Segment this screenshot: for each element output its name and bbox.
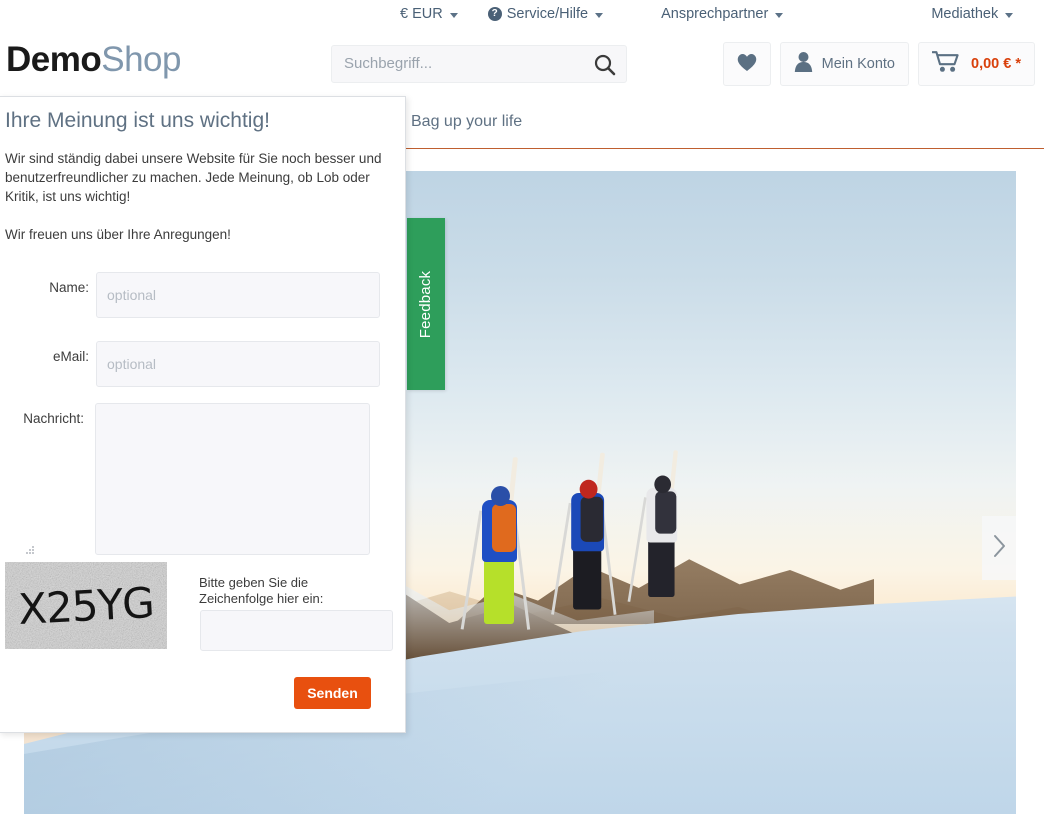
topnav-contact-label: Ansprechpartner <box>661 6 769 22</box>
textarea-resize-handle[interactable] <box>26 542 35 554</box>
captcha-prompt-label: Bitte geben Sie die Zeichenfolge hier ei… <box>199 575 324 606</box>
skier-backpack <box>492 504 516 552</box>
feedback-tab[interactable]: Feedback <box>407 218 445 390</box>
site-header: DemoShop Suchbegriff... Mein Konto 0,00 … <box>0 28 1044 98</box>
skier-head <box>579 479 598 499</box>
skier-head <box>654 475 672 494</box>
feedback-email-row: eMail: <box>0 341 380 387</box>
site-logo[interactable]: DemoShop <box>6 40 181 80</box>
hero-skier-3 <box>627 450 687 602</box>
shopping-cart-icon <box>931 50 960 78</box>
topnav-media-label: Mediathek <box>931 6 999 22</box>
name-input[interactable] <box>96 272 380 318</box>
message-field-label: Nachricht: <box>23 411 84 426</box>
captcha-input[interactable] <box>200 610 393 651</box>
top-utility-nav: € EUR ? Service/Hilfe Ansprechpartner Me… <box>400 6 1043 22</box>
message-textarea[interactable] <box>95 403 370 555</box>
search-input-placeholder: Suchbegriff... <box>344 55 433 72</box>
hero-skier-2 <box>551 452 617 615</box>
name-field-label: Name: <box>49 280 89 295</box>
feedback-message-row: Nachricht: <box>0 403 370 555</box>
topnav-service-label: Service/Hilfe <box>506 6 589 22</box>
feedback-intro-paragraph-1: Wir sind ständig dabei unsere Website fü… <box>5 151 382 204</box>
carousel-next-button[interactable] <box>982 516 1016 580</box>
top-utility-bar: € EUR ? Service/Hilfe Ansprechpartner Me… <box>0 0 1044 28</box>
feedback-form-title: Ihre Meinung ist uns wichtig! <box>5 109 270 132</box>
email-input[interactable] <box>96 341 380 387</box>
account-button[interactable]: Mein Konto <box>779 42 909 86</box>
send-button[interactable]: Senden <box>294 677 371 709</box>
search-box[interactable]: Suchbegriff... <box>331 45 627 83</box>
user-icon <box>794 51 813 77</box>
chevron-down-icon <box>1005 12 1014 18</box>
skier-pants <box>648 533 675 597</box>
email-field-label: eMail: <box>52 349 89 364</box>
skier-backpack <box>655 491 677 534</box>
cart-button[interactable]: 0,00 € * <box>918 42 1035 86</box>
wishlist-button[interactable] <box>722 42 771 86</box>
chevron-down-icon <box>775 12 784 18</box>
topnav-item-service[interactable]: ? Service/Hilfe <box>487 6 604 22</box>
feedback-tab-label: Feedback <box>417 270 435 338</box>
captcha-code-text: X25YG <box>17 577 155 634</box>
topnav-item-contact[interactable]: Ansprechpartner <box>661 6 784 22</box>
help-circle-icon: ? <box>487 7 502 21</box>
heart-icon <box>736 52 758 77</box>
ski-pole-icon <box>627 497 647 602</box>
chevron-down-icon <box>595 12 604 18</box>
header-actions: Mein Konto 0,00 € * <box>722 42 1035 86</box>
cart-amount: 0,00 € * <box>971 56 1021 72</box>
feedback-form-panel: Ihre Meinung ist uns wichtig! Wir sind s… <box>0 96 406 733</box>
shop-tagline: Bag up your life <box>411 113 523 130</box>
skier-pants <box>573 541 602 610</box>
topnav-item-currency[interactable]: € EUR <box>400 6 458 22</box>
chevron-down-icon <box>449 12 458 18</box>
hero-skier-1 <box>460 456 530 630</box>
skier-pants <box>484 552 514 624</box>
skier-head <box>491 486 510 506</box>
logo-text-bold: Demo <box>6 40 102 79</box>
feedback-name-row: Name: <box>0 272 380 318</box>
captcha-image: X25YG <box>5 562 167 649</box>
page-root: € EUR ? Service/Hilfe Ansprechpartner Me… <box>0 0 1044 814</box>
skier-backpack <box>580 496 604 542</box>
feedback-intro-paragraph-2: Wir freuen uns über Ihre Anregungen! <box>5 227 231 242</box>
search-icon[interactable] <box>592 52 618 78</box>
logo-text-light: Shop <box>101 40 181 79</box>
account-label: Mein Konto <box>821 56 895 72</box>
topnav-item-media[interactable]: Mediathek <box>931 6 1014 22</box>
chevron-right-icon <box>991 533 1007 564</box>
topnav-currency-label: € EUR <box>400 6 443 22</box>
